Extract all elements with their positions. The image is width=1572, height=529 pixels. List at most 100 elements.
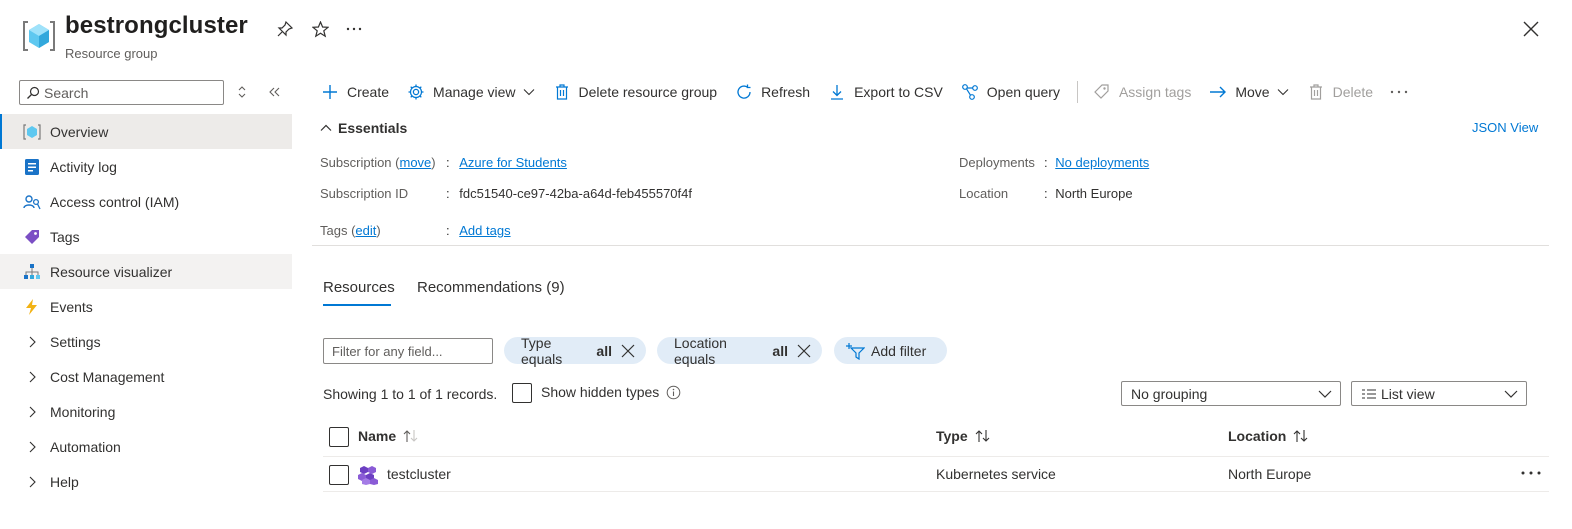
essentials-divider <box>312 245 1549 246</box>
sidebar-item-label: Automation <box>50 438 121 455</box>
command-bar: Create Manage view Delete resource group… <box>320 78 1425 106</box>
type-filter-pill[interactable]: Type equals all <box>504 335 646 367</box>
sidebar-item-label: Help <box>50 473 79 490</box>
view-dropdown[interactable]: List view <box>1351 381 1527 406</box>
resource-name-link[interactable]: testcluster <box>387 466 451 482</box>
info-icon[interactable] <box>666 385 681 400</box>
kubernetes-icon <box>358 465 378 485</box>
add-filter-icon <box>845 342 865 360</box>
query-icon <box>960 82 980 102</box>
subscription-id-value: : fdc51540-ce97-42ba-a64d-feb455570f4f <box>446 186 692 201</box>
subscription-move-link[interactable]: move <box>399 155 431 170</box>
assign-tags-button[interactable]: Assign tags <box>1092 78 1191 106</box>
row-divider <box>323 491 1549 492</box>
sidebar-item-label: Tags <box>50 228 80 245</box>
close-icon[interactable] <box>1520 18 1542 40</box>
activity-log-icon <box>22 157 42 177</box>
chevron-right-icon <box>22 472 42 492</box>
download-icon <box>827 82 847 102</box>
sidebar-item-settings[interactable]: Settings <box>0 324 292 359</box>
add-tags-link[interactable]: Add tags <box>459 223 510 238</box>
open-query-button[interactable]: Open query <box>960 78 1060 106</box>
pin-icon[interactable] <box>274 18 296 40</box>
subscription-link[interactable]: Azure for Students <box>459 155 567 170</box>
tag-icon <box>22 227 42 247</box>
chevron-down-icon <box>1277 88 1289 96</box>
column-header-name[interactable]: Name <box>358 428 420 444</box>
show-hidden-checkbox[interactable] <box>512 383 532 403</box>
chevron-right-icon <box>22 437 42 457</box>
subscription-value: : Azure for Students <box>446 155 567 170</box>
sidebar-item-events[interactable]: Events <box>0 289 292 324</box>
sidebar-nav: Overview Activity log Access control (IA… <box>0 114 292 499</box>
lightning-icon <box>22 297 42 317</box>
refresh-button[interactable]: Refresh <box>734 78 810 106</box>
deployments-link[interactable]: No deployments <box>1055 155 1149 170</box>
sidebar-item-automation[interactable]: Automation <box>0 429 292 464</box>
move-button[interactable]: Move <box>1208 78 1288 106</box>
sidebar-item-tags[interactable]: Tags <box>0 219 292 254</box>
star-icon[interactable] <box>309 18 331 40</box>
location-filter-pill[interactable]: Location equals all <box>657 335 822 367</box>
remove-filter-icon[interactable] <box>796 343 812 359</box>
export-csv-button[interactable]: Export to CSV <box>827 78 943 106</box>
create-button[interactable]: Create <box>320 78 389 106</box>
column-header-type[interactable]: Type <box>936 428 992 444</box>
sort-icon <box>1292 429 1310 443</box>
sidebar-item-label: Cost Management <box>50 368 165 385</box>
visualizer-icon <box>22 262 42 282</box>
iam-icon <box>22 192 42 212</box>
sidebar-item-label: Activity log <box>50 158 117 175</box>
essentials-toggle[interactable]: Essentials <box>320 120 407 136</box>
sidebar-item-label: Overview <box>50 123 109 140</box>
sidebar-search[interactable] <box>19 80 224 105</box>
tag-icon <box>1092 82 1112 102</box>
show-hidden-label: Show hidden types <box>541 384 660 400</box>
add-filter-button[interactable]: Add filter <box>834 337 947 364</box>
deployments-value: : No deployments <box>1044 155 1150 170</box>
sort-ascending-icon <box>402 429 420 443</box>
filter-input[interactable] <box>323 338 493 364</box>
sidebar-item-monitoring[interactable]: Monitoring <box>0 394 292 429</box>
sidebar-item-label: Access control (IAM) <box>50 193 180 210</box>
active-tab-indicator <box>323 304 391 306</box>
trash-icon <box>1306 82 1326 102</box>
remove-filter-icon[interactable] <box>620 343 636 359</box>
tags-label: Tags (edit) <box>320 223 381 238</box>
sort-toggle-icon[interactable] <box>234 84 250 100</box>
grouping-dropdown[interactable]: No grouping <box>1121 381 1341 406</box>
collapse-sidebar-icon[interactable] <box>266 84 282 100</box>
select-all-checkbox[interactable] <box>329 427 349 447</box>
sidebar-item-resource-visualizer[interactable]: Resource visualizer <box>0 254 292 289</box>
search-icon <box>26 86 40 100</box>
delete-resource-group-button[interactable]: Delete resource group <box>552 78 717 106</box>
chevron-right-icon <box>22 332 42 352</box>
sidebar-item-label: Settings <box>50 333 101 350</box>
sidebar-item-cost-management[interactable]: Cost Management <box>0 359 292 394</box>
sidebar-search-input[interactable] <box>44 84 214 101</box>
plus-icon <box>320 82 340 102</box>
row-checkbox[interactable] <box>329 465 349 485</box>
manage-view-button[interactable]: Manage view <box>406 78 535 106</box>
sidebar-item-overview[interactable]: Overview <box>0 114 292 149</box>
tab-resources[interactable]: Resources <box>323 279 395 296</box>
tab-recommendations[interactable]: Recommendations (9) <box>417 279 565 296</box>
sidebar-item-activity-log[interactable]: Activity log <box>0 149 292 184</box>
chevron-down-icon <box>1318 387 1332 401</box>
toolbar-divider <box>1076 81 1078 103</box>
row-more-icon[interactable] <box>1518 462 1544 484</box>
tags-edit-link[interactable]: edit <box>355 223 376 238</box>
overview-icon <box>22 122 42 142</box>
delete-button[interactable]: Delete <box>1306 78 1373 106</box>
gear-icon <box>406 82 426 102</box>
column-header-location[interactable]: Location <box>1228 428 1310 444</box>
sort-icon <box>974 429 992 443</box>
sidebar-item-help[interactable]: Help <box>0 464 292 499</box>
subscription-label: Subscription (move) <box>320 155 436 170</box>
more-icon[interactable] <box>343 18 365 40</box>
location-label: Location <box>959 186 1009 201</box>
sidebar-item-iam[interactable]: Access control (IAM) <box>0 184 292 219</box>
json-view-link[interactable]: JSON View <box>1472 120 1538 135</box>
more-commands-icon[interactable] <box>1390 78 1408 106</box>
resource-type: Kubernetes service <box>936 466 1056 482</box>
